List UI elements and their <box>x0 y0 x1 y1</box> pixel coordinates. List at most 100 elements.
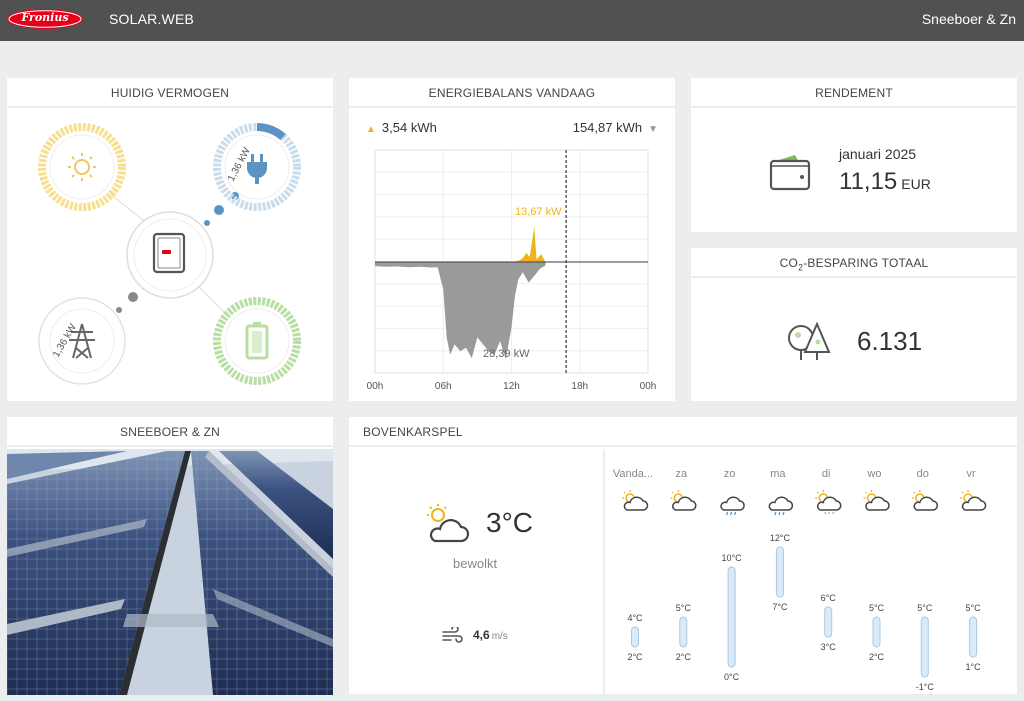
pv-node[interactable] <box>38 123 126 211</box>
consumption-value: 154,87 kWh <box>572 120 643 135</box>
sun-cloud-icon <box>622 490 649 511</box>
forecast-temp-range-bar <box>631 626 639 648</box>
production-value: 3,54 kWh <box>381 120 437 135</box>
wind-icon <box>442 627 463 643</box>
production-total: ▲ 3,54 kWh <box>366 120 437 135</box>
load-node[interactable]: 1,36 kW <box>213 123 301 211</box>
forecast-day-label: zo <box>724 468 736 480</box>
app-title[interactable]: SOLAR.WEB <box>109 11 194 27</box>
forecast-day-label: wo <box>866 468 881 480</box>
forecast-temp-range-bar <box>679 616 688 648</box>
forecast-day[interactable]: ma 12°C 7°C <box>768 468 794 612</box>
forecast-min-temp: 1°C <box>966 662 982 672</box>
forecast-min-temp: 0°C <box>724 672 740 682</box>
forecast-day[interactable]: wo 5°C 2°C <box>863 468 890 662</box>
forecast-day[interactable]: di 6°C 3°C <box>815 468 842 652</box>
card-title: BOVENKARSPEL <box>349 417 1017 447</box>
forecast-max-temp: 10°C <box>722 553 743 563</box>
weather-body: 3°C bewolkt 4,6 m/s Vanda... 4°C 2°C za 5°C 2°… <box>349 449 1017 694</box>
power-flow-body: 1,36 kW 1,36 kW <box>7 110 333 401</box>
card-title: SNEEBOER & ZN <box>7 417 333 447</box>
energy-balance-chart[interactable]: 13,67 kW 28,39 kW 00h 06h 12h 18h 00h <box>349 110 675 400</box>
account-name[interactable]: Sneeboer & Zn <box>922 11 1016 27</box>
arrow-down-icon: ▼ <box>648 124 658 135</box>
solar-panels-photo <box>7 449 333 695</box>
energy-balance-card: ENERGIEBALANS VANDAAG 13,67 kW 28,39 kW 00… <box>349 78 675 401</box>
rendement-amount: 11,15 EUR <box>839 168 931 196</box>
flow-dot <box>116 307 122 313</box>
forecast-min-temp: 2°C <box>869 652 885 662</box>
site-photo[interactable] <box>7 449 333 695</box>
pv-connector <box>109 193 148 224</box>
x-tick-label: 06h <box>435 381 452 392</box>
wind-value: 4,6 <box>473 628 490 642</box>
flow-dot <box>214 205 224 215</box>
currency-unit: EUR <box>901 176 931 192</box>
card-title: RENDEMENT <box>691 78 1017 108</box>
sun-cloud-icon <box>863 490 890 511</box>
min-label: 28,39 kW <box>483 348 530 360</box>
top-bar: Fronius SOLAR.WEB Sneeboer & Zn <box>0 0 1024 41</box>
wallet-icon <box>769 155 811 191</box>
forecast-max-temp: 5°C <box>676 603 692 613</box>
fronius-logo[interactable]: Fronius <box>6 8 84 30</box>
wind-speed: 4,6 m/s <box>473 628 508 642</box>
current-temperature: 3°C <box>486 507 533 538</box>
forecast-day[interactable]: vr 5°C 1°C <box>960 468 987 672</box>
card-title: HUIDIG VERMOGEN <box>7 78 333 108</box>
forecast-max-temp: 5°C <box>917 603 933 613</box>
x-tick-label: 00h <box>640 381 657 392</box>
forecast-max-temp: 12°C <box>770 533 791 543</box>
power-flow-card: HUIDIG VERMOGEN 1,36 kW 1,36 kW <box>7 78 333 401</box>
flow-dot <box>128 292 138 302</box>
trees-icon <box>788 321 831 360</box>
rain-icon <box>768 496 794 516</box>
current-condition: bewolkt <box>453 556 498 571</box>
co2-value: 6.131 <box>857 326 923 356</box>
sun-cloud-icon <box>911 490 939 511</box>
energy-balance-body: 13,67 kW 28,39 kW 00h 06h 12h 18h 00h ▲ 3,54 kW… <box>349 110 675 401</box>
card-title: CO2-BESPARING TOTAAL <box>691 248 1017 278</box>
x-tick-label: 00h <box>367 381 384 392</box>
co2-title-pre: CO <box>779 256 798 270</box>
forecast-min-temp: -1°C <box>916 682 935 692</box>
battery-node[interactable] <box>213 297 301 385</box>
rendement-value: 11,15 <box>839 168 898 195</box>
forecast-day-label: za <box>675 468 688 480</box>
forecast-max-temp: 5°C <box>869 603 885 613</box>
sun-cloud-icon <box>960 490 987 511</box>
partly-cloudy-icon <box>427 504 469 543</box>
forecast-min-temp: 2°C <box>676 652 692 662</box>
brand-name: Fronius <box>21 11 69 24</box>
power-flow-diagram: 1,36 kW 1,36 kW <box>38 123 301 385</box>
inverter-icon <box>152 232 186 274</box>
rendement-body: januari 2025 11,15 EUR <box>691 110 1017 232</box>
forecast-day-label: vr <box>967 468 977 480</box>
forecast-min-temp: 7°C <box>772 602 788 612</box>
forecast-chart: Vanda... 4°C 2°C za 5°C 2°C zo 10°C 0°C ma 12°C 7°C… <box>613 468 987 692</box>
card-title: ENERGIEBALANS VANDAAG <box>349 78 675 108</box>
rain-icon <box>720 496 745 516</box>
forecast-day-label: Vanda... <box>613 468 653 480</box>
forecast-temp-range-bar <box>872 616 881 648</box>
wind-unit: m/s <box>491 631 508 642</box>
rendement-period: januari 2025 <box>839 146 917 162</box>
sun-cloud-drizzle-icon <box>815 490 842 514</box>
consumption-area <box>375 262 546 360</box>
peak-label: 13,67 kW <box>515 206 562 218</box>
grid-node[interactable]: 1,36 kW <box>38 297 126 385</box>
forecast-day[interactable]: zo 10°C 0°C <box>720 468 745 682</box>
forecast-temp-range-bar <box>969 616 978 658</box>
co2-title-post: -BESPARING TOTAAL <box>803 256 929 270</box>
co2-card: CO2-BESPARING TOTAAL 6.131 <box>691 248 1017 401</box>
forecast-max-temp: 6°C <box>821 593 837 603</box>
forecast-day[interactable]: za 5°C 2°C <box>670 468 697 662</box>
forecast-temp-range-bar <box>775 546 784 598</box>
forecast-day[interactable]: do 5°C -1°C <box>911 468 939 692</box>
forecast-day-label: ma <box>770 468 786 480</box>
weather-card: BOVENKARSPEL 3°C bewolkt 4,6 m/s Vanda...… <box>349 417 1017 694</box>
forecast-temp-range-bar <box>824 606 833 638</box>
forecast-temp-range-bar <box>727 566 736 668</box>
forecast-day[interactable]: Vanda... 4°C 2°C <box>613 468 653 662</box>
inverter-node[interactable] <box>126 211 214 299</box>
